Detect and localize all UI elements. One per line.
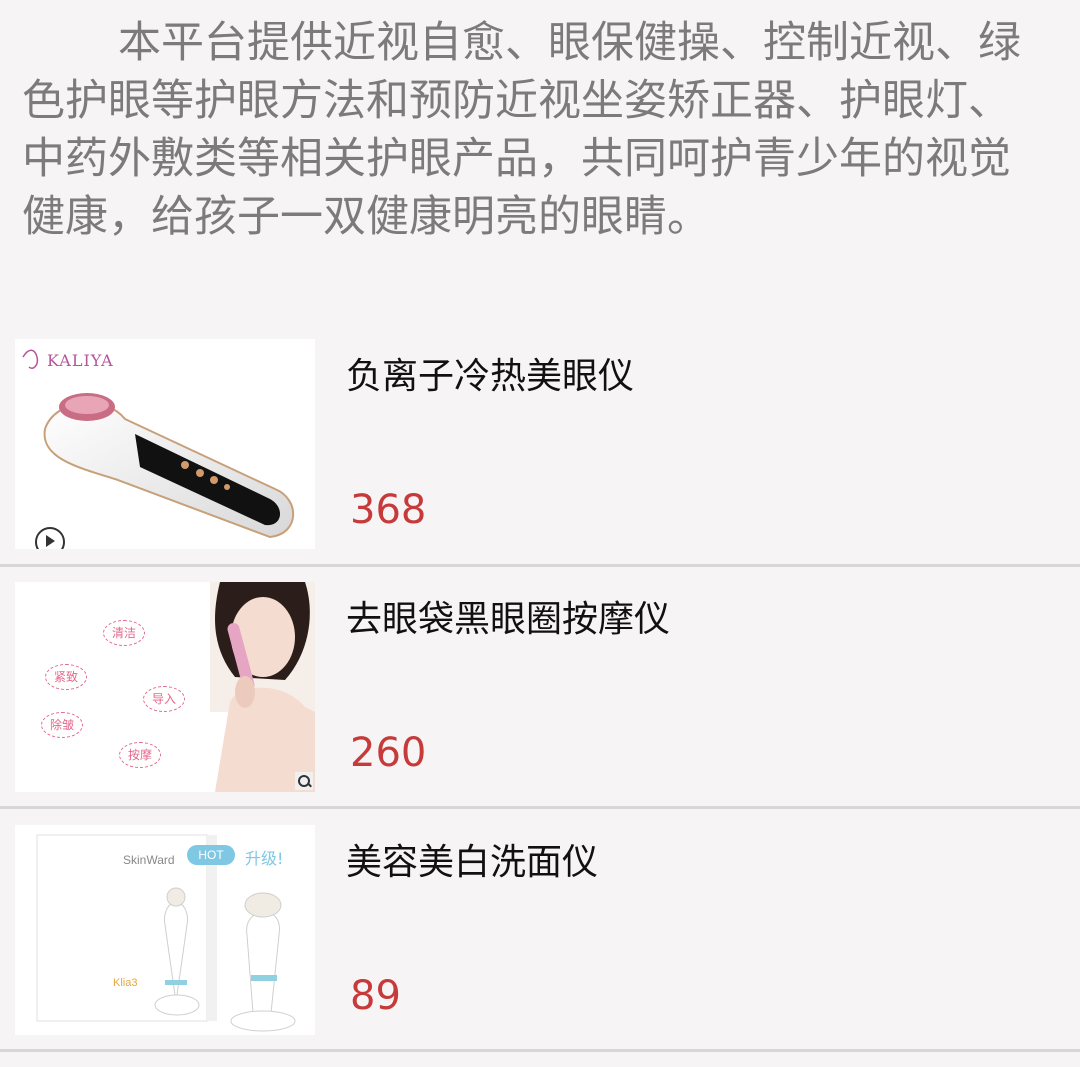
product-title[interactable]: 去眼袋黑眼圈按摩仪 — [346, 590, 670, 642]
hot-badge: HOT — [187, 845, 235, 865]
magnifier-icon[interactable] — [295, 772, 313, 790]
upgrade-tag: 升级! — [245, 849, 284, 868]
product-item[interactable]: SkinWard HOT 升级! Klia3 美容美白洗面仪 89 — [0, 825, 1080, 1067]
product-item[interactable]: KALIYA 负离子冷热美眼仪 368 — [0, 339, 1080, 581]
product-image[interactable]: SkinWard HOT 升级! Klia3 — [15, 825, 315, 1035]
product-price: 260 — [350, 730, 427, 776]
intro-paragraph: 本平台提供近视自愈、眼保健操、控制近视、绿色护眼等护眼方法和预防近视坐姿矫正器、… — [22, 18, 1021, 242]
feature-label: 清洁 — [103, 620, 145, 646]
product-image[interactable]: 清洁 紧致 导入 除皱 按摩 — [15, 582, 315, 792]
product-price: 368 — [350, 487, 427, 533]
eye-massager-illustration — [22, 349, 295, 539]
feature-label: 紧致 — [45, 664, 87, 690]
product-title[interactable]: 负离子冷热美眼仪 — [346, 347, 634, 399]
divider — [0, 1049, 1080, 1052]
product-image[interactable]: KALIYA — [15, 339, 315, 549]
model-name: Klia3 — [113, 977, 138, 989]
feature-label: 导入 — [143, 686, 185, 712]
play-icon[interactable] — [35, 527, 65, 549]
brand-logo-text: SkinWard — [123, 853, 175, 867]
divider — [0, 564, 1080, 567]
product-item[interactable]: 清洁 紧致 导入 除皱 按摩 去眼袋黑眼圈按摩仪 260 — [0, 582, 1080, 824]
feature-label: 除皱 — [41, 712, 83, 738]
divider — [0, 806, 1080, 809]
brand-logo-text: KALIYA — [47, 351, 114, 370]
product-price: 89 — [350, 973, 401, 1019]
feature-label: 按摩 — [119, 742, 161, 768]
product-title[interactable]: 美容美白洗面仪 — [346, 833, 598, 885]
